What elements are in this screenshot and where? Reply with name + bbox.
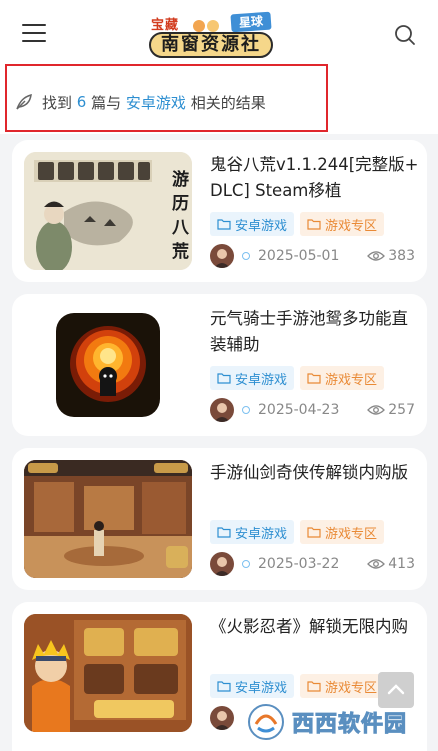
clock-icon [242,560,250,568]
tag-label: 安卓游戏 [235,218,288,234]
eye-icon [367,405,386,415]
article-meta: 2025-05-01 383 [210,244,415,268]
folder-icon [307,219,321,230]
article-thumbnail[interactable] [24,460,192,578]
logo-badge: 星球 [230,11,272,33]
hamburger-menu-icon[interactable] [22,24,46,46]
article-date: 2025-03-22 [258,556,340,572]
tag-label: 游戏专区 [325,218,378,234]
folder-icon [307,373,321,384]
watermark: 西西软件园 [246,700,432,744]
article-card[interactable]: 游历八荒 鬼谷八荒v1.1.244[完整版+ DLC] Steam移植 安卓游戏… [12,140,427,282]
article-title[interactable]: 鬼谷八荒v1.1.244[完整版+ DLC] Steam移植 [210,152,420,204]
view-count: 413 [367,556,415,572]
article-thumbnail[interactable]: 游历八荒 [24,152,192,270]
folder-icon [217,681,231,692]
article-date: 2025-04-23 [258,402,340,418]
tag-label: 游戏专区 [325,372,378,388]
search-result-summary: 找到 6 篇与 安卓游戏 相关的结果 [14,91,266,113]
ink-painting-image [24,152,192,270]
tag-android-games[interactable]: 安卓游戏 [210,674,295,698]
author-avatar[interactable] [210,706,234,730]
folder-icon [217,527,231,538]
article-date: 2025-05-01 [258,248,340,264]
author-avatar[interactable] [210,244,234,268]
article-meta: 2025-03-22 413 [210,552,415,576]
article-title[interactable]: 《火影忍者》解锁无限内购 [210,614,420,666]
view-count-value: 413 [388,556,415,572]
article-title[interactable]: 元气骑士手游池鸳多功能直装辅助 [210,306,420,358]
watermark-text: 西西软件园 [291,712,408,738]
article-card[interactable]: 手游仙剑奇侠传解锁内购版 安卓游戏 游戏专区 2025-03-22 413 [12,448,427,590]
tag-label: 游戏专区 [325,526,378,542]
clock-icon [242,252,250,260]
author-avatar[interactable] [210,552,234,576]
article-thumbnail[interactable] [24,306,192,424]
eye-icon [367,559,386,569]
result-keyword[interactable]: 安卓游戏 [126,92,186,113]
feather-icon [16,93,32,110]
article-title[interactable]: 手游仙剑奇侠传解锁内购版 [210,460,420,512]
search-icon[interactable] [394,24,416,46]
result-prefix: 找到 [42,93,73,112]
tag-game-zone[interactable]: 游戏专区 [300,366,385,390]
tag-label: 安卓游戏 [235,372,288,388]
view-count: 257 [367,402,415,418]
logo-mascot-icon [207,20,219,32]
folder-icon [307,527,321,538]
article-card[interactable]: 元气骑士手游池鸳多功能直装辅助 安卓游戏 游戏专区 2025-04-23 257 [12,294,427,436]
logo-mascot-icon [193,20,205,32]
view-count-value: 257 [388,402,415,418]
tag-game-zone[interactable]: 游戏专区 [300,212,385,236]
soul-knight-app-icon [56,313,160,417]
top-header: 宝藏 星球 南窗资源社 [0,0,438,70]
article-meta: 2025-04-23 257 [210,398,415,422]
article-thumbnail[interactable] [24,614,192,732]
view-count-value: 383 [388,248,415,264]
result-middle: 篇与 [91,93,122,112]
tag-android-games[interactable]: 安卓游戏 [210,520,295,544]
clock-icon [242,406,250,414]
eye-icon [367,251,386,261]
folder-icon [217,219,231,230]
result-count: 6 [76,93,87,111]
tag-label: 安卓游戏 [235,526,288,542]
logo-small-text: 宝藏 [151,18,180,33]
tag-game-zone[interactable]: 游戏专区 [300,520,385,544]
view-count: 383 [367,248,415,264]
tag-label: 安卓游戏 [235,680,288,696]
tag-label: 游戏专区 [325,680,378,696]
watermark-logo-icon [248,704,284,740]
folder-icon [307,681,321,692]
tag-android-games[interactable]: 安卓游戏 [210,366,295,390]
tag-android-games[interactable]: 安卓游戏 [210,212,295,236]
site-logo[interactable]: 宝藏 星球 南窗资源社 [145,10,275,58]
tag-game-zone[interactable]: 游戏专区 [300,674,385,698]
game-screenshot-image [24,460,192,578]
naruto-game-image [24,614,192,732]
author-avatar[interactable] [210,398,234,422]
folder-icon [217,373,231,384]
logo-main-text: 南窗资源社 [149,32,273,58]
thumb-calligraphy: 游历八荒 [172,170,189,262]
result-suffix: 相关的结果 [190,93,266,112]
